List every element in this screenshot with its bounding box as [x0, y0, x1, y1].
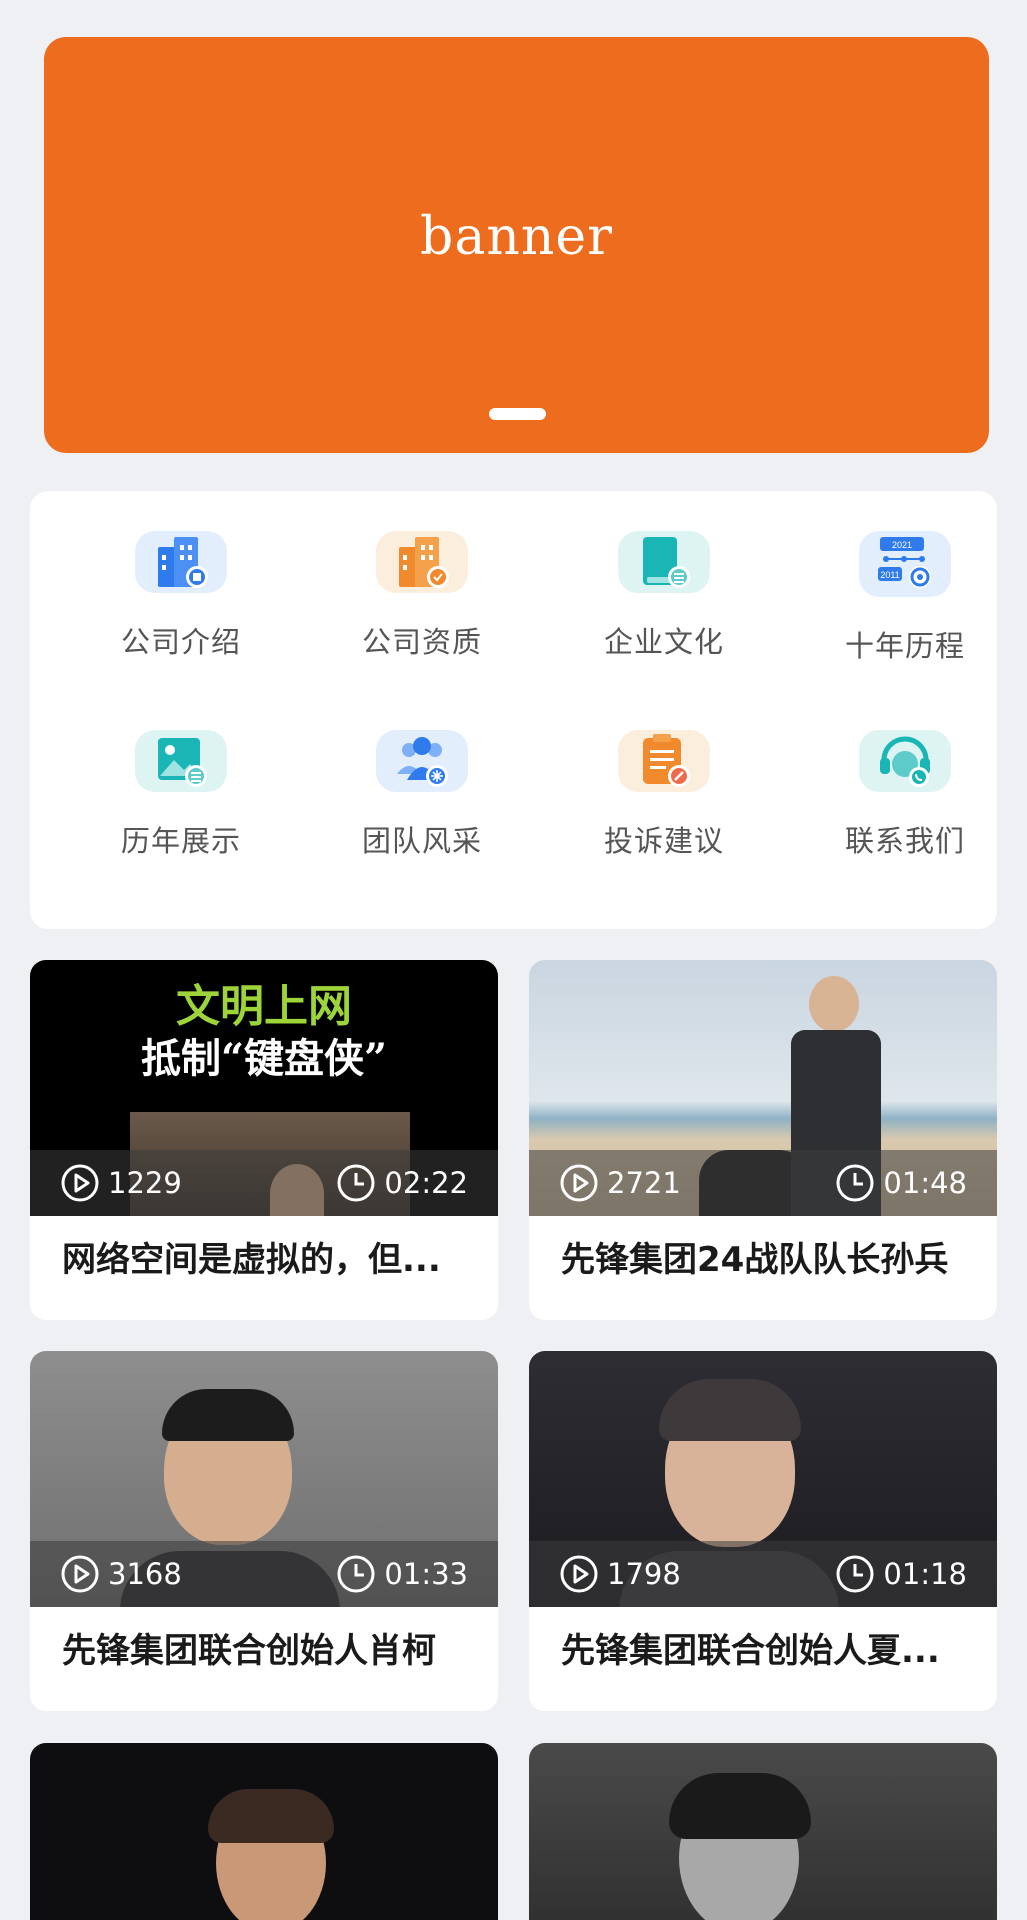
clock-icon: [836, 1555, 874, 1593]
video-title: 先锋集团24战队队长孙兵: [561, 1240, 949, 1280]
menu-label: 投诉建议: [603, 824, 724, 858]
views-count: 1798: [607, 1557, 681, 1591]
gallery-image-icon: [135, 730, 227, 792]
banner-indicator: [489, 408, 546, 420]
duration-stat: 01:48: [835, 1163, 967, 1203]
clock-icon: [836, 1164, 874, 1202]
home-page: banner 公司介绍 公司资质 企业文化 2021 2011 十年历程 历年展…: [0, 0, 1027, 1920]
video-card[interactable]: 文明上网 抵制“键盘侠” 1229 02:22 网络空间是虚拟的，但...: [30, 960, 498, 1320]
video-card[interactable]: 3168 01:33 先锋集团联合创始人肖柯: [30, 1351, 498, 1711]
video-card[interactable]: 1798 01:18 先锋集团联合创始人夏...: [529, 1351, 997, 1711]
views-stat: 2721: [559, 1163, 681, 1203]
video-stats-bar: 3168 01:33: [30, 1541, 498, 1607]
menu-item-complaints-suggestions[interactable]: 投诉建议: [564, 690, 764, 860]
video-title: 先锋集团联合创始人肖柯: [62, 1631, 436, 1671]
team-people-icon: [376, 730, 468, 792]
menu-item-annual-showcase[interactable]: 历年展示: [81, 690, 281, 860]
clock-icon: [337, 1555, 375, 1593]
duration-stat: 02:22: [336, 1163, 468, 1203]
video-title: 先锋集团联合创始人夏...: [561, 1631, 940, 1671]
thumbnail-person-head: [809, 976, 859, 1032]
menu-label: 公司资质: [361, 625, 482, 659]
menu-label: 团队风采: [361, 824, 482, 858]
menu-item-team-style[interactable]: 团队风采: [322, 690, 522, 860]
thumbnail-person-hair: [659, 1379, 801, 1441]
views-count: 1229: [108, 1166, 182, 1200]
clock-icon: [337, 1164, 375, 1202]
views-count: 2721: [607, 1166, 681, 1200]
timeline-icon: 2021 2011: [859, 531, 951, 597]
menu-label: 历年展示: [120, 824, 241, 858]
views-stat: 1229: [60, 1163, 182, 1203]
complaint-clipboard-icon: [618, 730, 710, 792]
menu-item-contact-us[interactable]: 联系我们: [805, 690, 1005, 860]
banner[interactable]: banner: [44, 37, 989, 453]
video-title: 网络空间是虚拟的，但...: [62, 1240, 441, 1280]
menu-label: 企业文化: [603, 625, 724, 659]
play-icon: [61, 1164, 99, 1202]
duration: 01:33: [384, 1557, 468, 1591]
menu-label: 十年历程: [844, 629, 965, 663]
timeline-year-bottom: 2011: [880, 570, 899, 580]
timeline-year-top: 2021: [892, 540, 912, 550]
views-stat: 1798: [559, 1554, 681, 1594]
menu-item-ten-year-history[interactable]: 2021 2011 十年历程: [805, 491, 1005, 663]
qualification-building-icon: [376, 531, 468, 593]
menu-label: 联系我们: [844, 824, 965, 858]
video-card[interactable]: [30, 1743, 498, 1920]
thumbnail-person-hair: [208, 1789, 334, 1843]
banner-text: banner: [420, 207, 613, 267]
duration-stat: 01:18: [835, 1554, 967, 1594]
duration-stat: 01:33: [336, 1554, 468, 1594]
menu-label: 公司介绍: [120, 625, 241, 659]
quick-menu: 公司介绍 公司资质 企业文化 2021 2011 十年历程 历年展示 团队风采 …: [30, 491, 997, 929]
menu-item-company-intro[interactable]: 公司介绍: [81, 491, 281, 661]
video-stats-bar: 2721 01:48: [529, 1150, 997, 1216]
menu-item-corporate-culture[interactable]: 企业文化: [564, 491, 764, 661]
video-card[interactable]: 2721 01:48 先锋集团24战队队长孙兵: [529, 960, 997, 1320]
culture-book-icon: [618, 531, 710, 593]
video-stats-bar: 1229 02:22: [30, 1150, 498, 1216]
play-icon: [560, 1555, 598, 1593]
video-stats-bar: 1798 01:18: [529, 1541, 997, 1607]
thumbnail-person-hair: [669, 1773, 811, 1839]
thumbnail-caption-bottom: 抵制“键盘侠”: [140, 1035, 387, 1082]
video-card[interactable]: [529, 1743, 997, 1920]
views-count: 3168: [108, 1557, 182, 1591]
views-stat: 3168: [60, 1554, 182, 1594]
play-icon: [61, 1555, 99, 1593]
duration: 01:18: [883, 1557, 967, 1591]
customer-service-headset-icon: [859, 730, 951, 792]
thumbnail-caption-top: 文明上网: [176, 981, 352, 1032]
thumbnail-person-hair: [162, 1389, 294, 1441]
video-thumbnail: [529, 1743, 997, 1920]
company-building-icon: [135, 531, 227, 593]
duration: 01:48: [883, 1166, 967, 1200]
duration: 02:22: [384, 1166, 468, 1200]
play-icon: [560, 1164, 598, 1202]
video-thumbnail: [30, 1743, 498, 1920]
menu-item-company-qualification[interactable]: 公司资质: [322, 491, 522, 661]
